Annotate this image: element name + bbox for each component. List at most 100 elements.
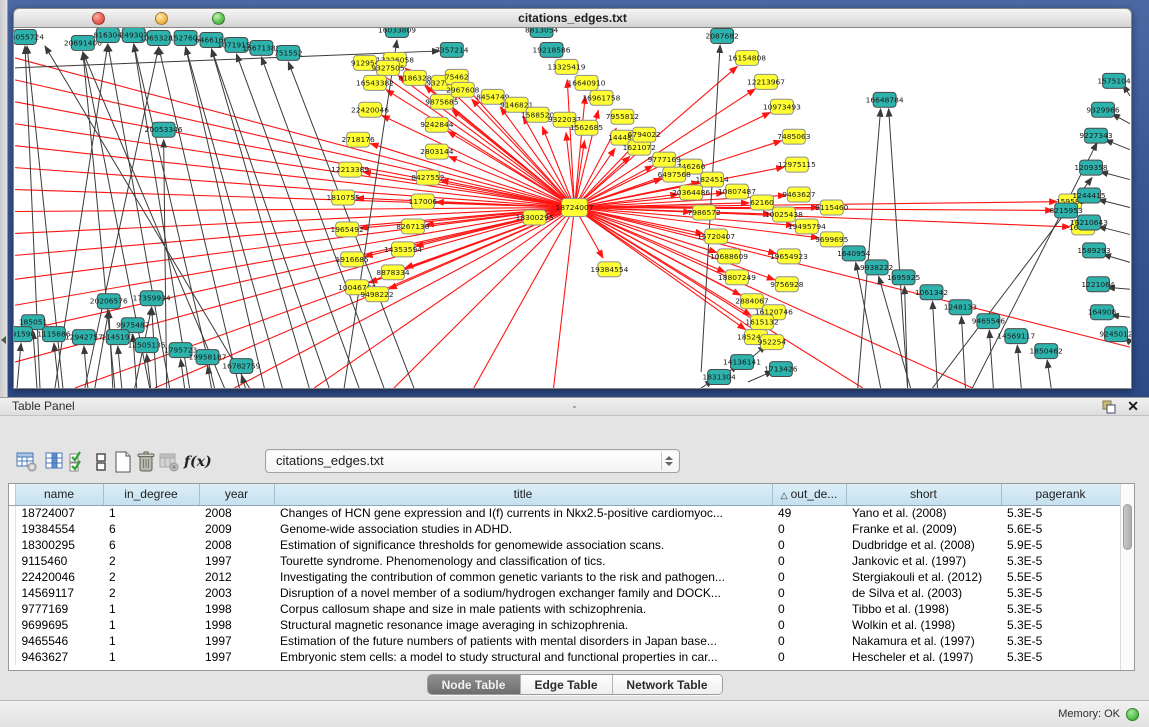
table-cell[interactable]: 5.3E-5	[1001, 505, 1120, 521]
citation-edge-black[interactable]	[212, 49, 330, 388]
table-cell[interactable]: 2	[103, 569, 199, 585]
table-row[interactable]: 911546021997Tourette syndrome. Phenomeno…	[9, 553, 1120, 569]
table-cell[interactable]: 5.3E-5	[1001, 585, 1120, 601]
table-cell[interactable]: 0	[772, 601, 846, 617]
table-cell[interactable]: 2012	[199, 569, 274, 585]
citation-edge-red[interactable]	[554, 208, 575, 388]
minimize-traffic-light-icon[interactable]	[155, 12, 168, 25]
table-cell[interactable]: 0	[772, 521, 846, 537]
table-cell[interactable]: 9777169	[15, 601, 103, 617]
tab-edge-table[interactable]: Edge Table	[520, 675, 612, 694]
citation-edge-black[interactable]	[933, 301, 938, 388]
citation-edge-red[interactable]	[234, 208, 574, 388]
network-canvas[interactable]: 2242004627181761221338918107551965492191…	[13, 28, 1132, 389]
table-cell[interactable]: 0	[772, 537, 846, 553]
table-cell[interactable]: 1998	[199, 617, 274, 633]
function-builder-icon[interactable]: f(x)	[184, 450, 206, 474]
table-cell[interactable]: Investigating the contribution of common…	[274, 569, 772, 585]
table-scrollbar-thumb[interactable]	[1123, 504, 1132, 550]
table-cell[interactable]: 19384554	[15, 521, 103, 537]
table-cell[interactable]: 22420046	[15, 569, 103, 585]
table-row[interactable]: 1456911722003Disruption of a novel membe…	[9, 585, 1120, 601]
table-cell[interactable]: Embryonic stem cells: a model to study s…	[274, 649, 772, 665]
tab-node-table[interactable]: Node Table	[428, 675, 520, 694]
column-header-short[interactable]: short	[846, 484, 1001, 505]
column-header-title[interactable]: title	[274, 484, 772, 505]
citation-edge-black[interactable]	[1017, 345, 1021, 388]
table-cell[interactable]: 9115460	[15, 553, 103, 569]
table-cell[interactable]: 9699695	[15, 617, 103, 633]
table-cell[interactable]: Wolkin et al. (1998)	[846, 617, 1001, 633]
citation-edge-black[interactable]	[212, 49, 310, 388]
citation-edge-black[interactable]	[33, 331, 37, 388]
column-header-year[interactable]: year	[199, 484, 274, 505]
table-cell[interactable]: Structural magnetic resonance image aver…	[274, 617, 772, 633]
citation-edge-black[interactable]	[241, 375, 245, 388]
table-cell[interactable]: 0	[772, 585, 846, 601]
show-columns-icon[interactable]	[44, 450, 66, 474]
table-cell[interactable]: Genome-wide association studies in ADHD.	[274, 521, 772, 537]
citation-edge-black[interactable]	[159, 47, 240, 388]
table-cell[interactable]: 2	[103, 585, 199, 601]
citation-edge-black[interactable]	[17, 343, 21, 388]
citation-edge-black[interactable]	[1100, 172, 1130, 180]
new-column-icon[interactable]	[112, 450, 134, 474]
table-cell[interactable]: 2008	[199, 537, 274, 553]
citation-edge-black[interactable]	[1098, 226, 1130, 234]
citation-edge-red[interactable]	[15, 208, 574, 256]
table-cell[interactable]: Dudbridge et al. (2008)	[846, 537, 1001, 553]
tab-network-table[interactable]: Network Table	[612, 675, 722, 694]
delete-table-icon[interactable]	[158, 450, 180, 474]
table-cell[interactable]: Jankovic et al. (1997)	[846, 553, 1001, 569]
close-panel-icon[interactable]: ✕	[1127, 398, 1139, 415]
table-scrollbar[interactable]	[1120, 484, 1134, 670]
citation-edge-red[interactable]	[567, 80, 574, 208]
citation-edge-black[interactable]	[1105, 140, 1130, 150]
table-mode-icon[interactable]	[16, 450, 38, 474]
table-cell[interactable]: 2003	[199, 585, 274, 601]
table-cell[interactable]: Tibbo et al. (1998)	[846, 601, 1001, 617]
table-cell[interactable]: 14569117	[15, 585, 103, 601]
column-header-out_de[interactable]: △out_de...	[772, 484, 846, 505]
table-cell[interactable]: Franke et al. (2009)	[846, 521, 1001, 537]
citation-edge-black[interactable]	[208, 366, 212, 388]
table-selector-dropdown[interactable]: citations_edges.txt	[265, 449, 680, 473]
table-cell[interactable]: Yano et al. (2008)	[846, 505, 1001, 521]
table-row[interactable]: 2242004622012Investigating the contribut…	[9, 569, 1120, 585]
table-cell[interactable]: Changes of HCN gene expression and I(f) …	[274, 505, 772, 521]
divider-drag-handle[interactable]	[572, 405, 577, 409]
table-cell[interactable]: 1	[103, 601, 199, 617]
citation-edge-black[interactable]	[989, 330, 993, 388]
table-cell[interactable]: Stergiakouli et al. (2012)	[846, 569, 1001, 585]
citation-edge-black[interactable]	[1047, 360, 1051, 388]
table-cell[interactable]: 6	[103, 537, 199, 553]
collapse-left-arrow-icon[interactable]	[1, 336, 6, 344]
table-cell[interactable]: 9465546	[15, 633, 103, 649]
left-splitpane-divider[interactable]	[0, 0, 8, 397]
select-columns-icon[interactable]	[68, 450, 90, 474]
table-cell[interactable]: 18300295	[15, 537, 103, 553]
citation-edge-black[interactable]	[961, 316, 965, 388]
table-row[interactable]: 946362711997Embryonic stem cells: a mode…	[9, 649, 1120, 665]
column-header-in_degree[interactable]: in_degree	[103, 484, 199, 505]
table-cell[interactable]: Estimation of the future numbers of pati…	[274, 633, 772, 649]
table-cell[interactable]: 0	[772, 569, 846, 585]
table-cell[interactable]: Disruption of a novel member of a sodium…	[274, 585, 772, 601]
table-cell[interactable]: 0	[772, 553, 846, 569]
table-cell[interactable]: Hescheler et al. (1997)	[846, 649, 1001, 665]
table-cell[interactable]: 5.9E-5	[1001, 537, 1120, 553]
citation-edge-black[interactable]	[1098, 200, 1130, 208]
table-cell[interactable]: 5.6E-5	[1001, 521, 1120, 537]
table-cell[interactable]: 0	[772, 617, 846, 633]
table-cell[interactable]: 2009	[199, 521, 274, 537]
table-cell[interactable]: 1	[103, 649, 199, 665]
row-height-icon[interactable]	[90, 450, 112, 474]
table-row[interactable]: 1938455462009Genome-wide association stu…	[9, 521, 1120, 537]
table-cell[interactable]: 5.3E-5	[1001, 601, 1120, 617]
table-cell[interactable]: 0	[772, 633, 846, 649]
citation-edge-black[interactable]	[236, 54, 359, 388]
table-cell[interactable]: 1998	[199, 601, 274, 617]
delete-columns-icon[interactable]	[135, 450, 157, 474]
table-cell[interactable]: 1997	[199, 649, 274, 665]
table-cell[interactable]: 5.3E-5	[1001, 649, 1120, 665]
